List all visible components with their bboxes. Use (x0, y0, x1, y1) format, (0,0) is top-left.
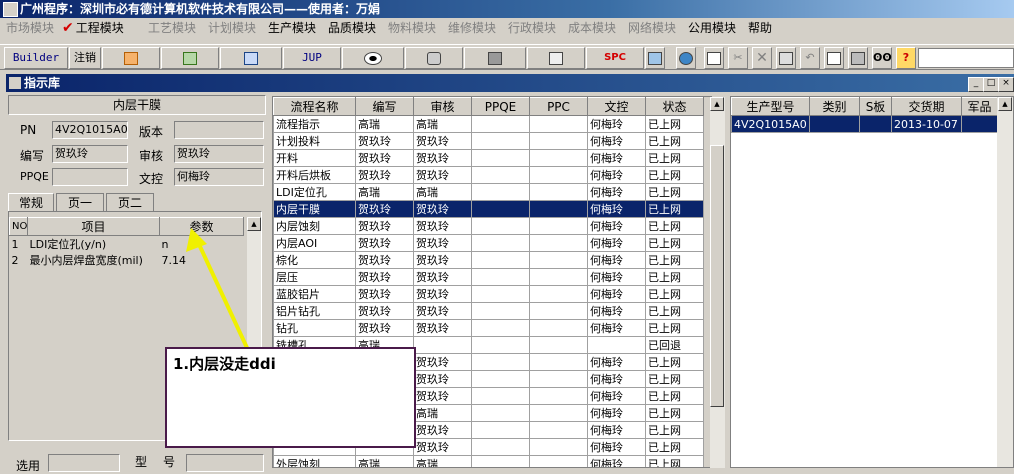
arrow-head (186, 228, 207, 252)
annotation-text: 1.内层没走ddi (173, 355, 276, 373)
annotation-arrow (186, 228, 250, 351)
annotation-callout: 1.内层没走ddi (165, 347, 416, 448)
arrow-shaft (195, 239, 250, 351)
